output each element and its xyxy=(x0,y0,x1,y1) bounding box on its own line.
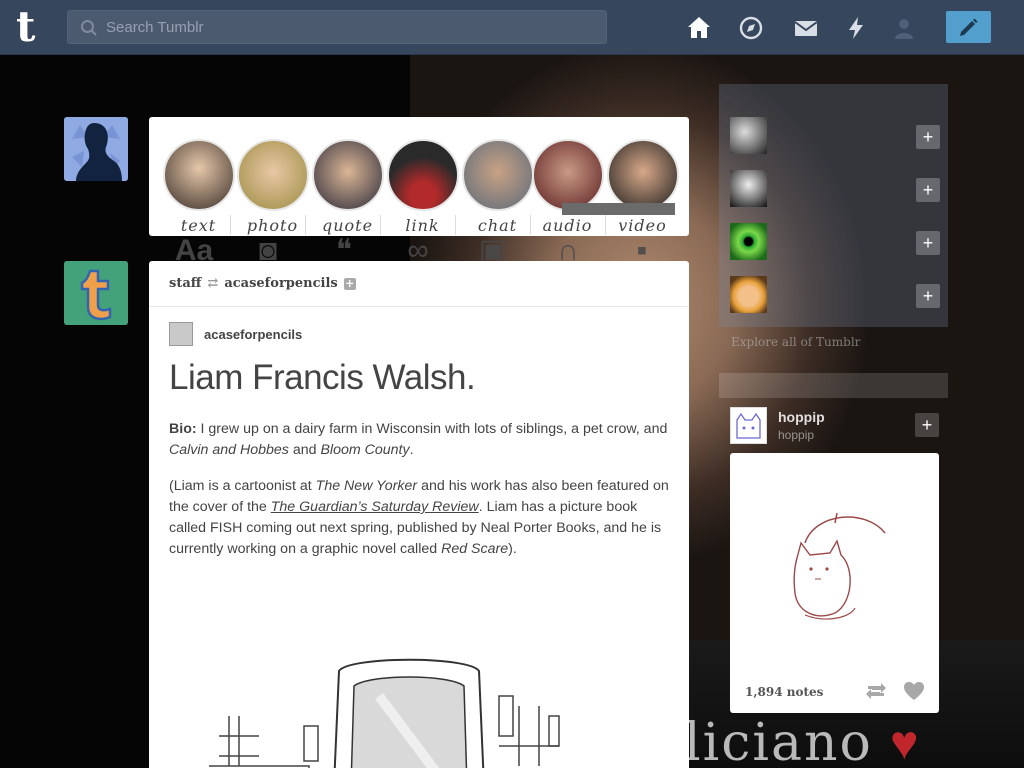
post-type-label: link xyxy=(405,216,440,235)
silhouette-icon xyxy=(64,117,128,181)
top-navbar: t xyxy=(0,0,1024,55)
italic-text: Calvin and Hobbes xyxy=(169,442,289,458)
post-type-photo[interactable]: photo xyxy=(235,139,310,235)
post-type-chat[interactable]: chat xyxy=(460,139,535,235)
staff-avatar[interactable] xyxy=(64,261,128,325)
info-paragraph: (Liam is a cartoonist at The New Yorker … xyxy=(169,476,669,560)
follow-plus-button[interactable]: + xyxy=(916,231,940,255)
post-type-label: text xyxy=(180,216,217,235)
post-user-link[interactable]: staff xyxy=(169,276,201,291)
cat-avatar-icon xyxy=(736,412,761,439)
post-type-link[interactable]: link xyxy=(385,139,460,235)
explore-compass-icon[interactable] xyxy=(738,15,764,41)
background-heart-icon: ♥ xyxy=(890,717,919,768)
post-type-avatar xyxy=(311,139,384,211)
post-body: Bio: I grew up on a dairy farm in Wiscon… xyxy=(169,419,669,575)
post-type-avatar xyxy=(606,139,679,211)
radar-header-bar xyxy=(719,373,948,398)
post-type-video[interactable]: video xyxy=(605,139,680,235)
post-type-avatar xyxy=(386,139,459,211)
post-type-quote[interactable]: quote xyxy=(310,139,385,235)
post-type-text[interactable]: text xyxy=(161,139,236,235)
post-type-avatar xyxy=(162,139,235,211)
search-icon xyxy=(81,20,97,36)
explore-all-link[interactable]: Explore all of Tumblr xyxy=(731,335,860,349)
recommended-blog[interactable]: + xyxy=(730,170,940,210)
author-avatar[interactable] xyxy=(169,322,193,346)
text: . xyxy=(409,442,414,458)
cat-drawing xyxy=(793,512,886,620)
post-type-avatar xyxy=(461,139,534,211)
blog-avatar xyxy=(730,170,767,207)
post-type-avatar xyxy=(531,139,604,211)
dashboard-post: staff ⇄ acaseforpencils + acaseforpencil… xyxy=(149,261,689,768)
divider xyxy=(455,215,456,235)
blog-avatar xyxy=(730,117,767,154)
follow-plus-button[interactable]: + xyxy=(916,284,940,308)
text: (Liam is a cartoonist at xyxy=(169,478,316,494)
follow-plus-button[interactable]: + xyxy=(916,178,940,202)
recommended-blog[interactable]: + xyxy=(730,117,940,157)
radar-blog: hoppip hoppip + xyxy=(730,407,940,447)
activity-lightning-icon[interactable] xyxy=(843,15,869,41)
post-type-label: audio xyxy=(542,216,593,235)
divider xyxy=(230,215,231,235)
overlay-bar xyxy=(562,203,675,215)
follow-plus-icon[interactable]: + xyxy=(343,277,356,290)
blog-avatar xyxy=(730,276,767,313)
text: and xyxy=(288,442,321,458)
text: ). xyxy=(508,541,517,557)
bio-paragraph: Bio: I grew up on a dairy farm in Wiscon… xyxy=(169,419,669,461)
notes-count[interactable]: 1,894 notes xyxy=(745,685,823,699)
bio-label: Bio: xyxy=(169,421,197,437)
search-box[interactable] xyxy=(67,10,607,44)
post-author-row: acaseforpencils xyxy=(169,322,302,346)
reblog-icon[interactable] xyxy=(864,679,888,703)
recommended-blog[interactable]: + xyxy=(730,276,940,316)
compose-button[interactable] xyxy=(946,11,991,43)
post-type-label: video xyxy=(618,216,667,235)
follow-plus-button[interactable]: + xyxy=(915,413,939,437)
radar-post[interactable]: 1,894 notes xyxy=(730,453,939,713)
radar-blog-subtitle: hoppip xyxy=(778,428,815,442)
tumblr-logo[interactable]: t xyxy=(16,6,50,48)
post-type-label: photo xyxy=(246,216,299,235)
account-person-icon[interactable] xyxy=(891,15,917,41)
inbox-envelope-icon[interactable] xyxy=(793,15,819,41)
post-type-label: chat xyxy=(477,216,518,235)
blog-avatar xyxy=(730,223,767,260)
pencil-icon xyxy=(960,18,978,36)
italic-text: Bloom County xyxy=(320,442,410,458)
user-avatar[interactable] xyxy=(64,117,128,181)
post-source-link[interactable]: acaseforpencils xyxy=(224,276,337,291)
recommended-blog[interactable]: + xyxy=(730,223,940,263)
author-name[interactable]: acaseforpencils xyxy=(204,327,302,342)
post-type-selector: text photo quote link chat audio video xyxy=(149,117,689,236)
italic-text: Red Scare xyxy=(441,541,509,557)
tumblr-t-icon xyxy=(64,261,128,325)
home-icon[interactable] xyxy=(686,15,712,41)
radar-blog-avatar[interactable] xyxy=(730,407,767,444)
reblog-icon: ⇄ xyxy=(207,276,219,291)
radar-blog-name[interactable]: hoppip xyxy=(778,409,825,425)
search-input[interactable] xyxy=(106,15,586,39)
follow-plus-button[interactable]: + xyxy=(916,125,940,149)
post-type-audio[interactable]: audio xyxy=(530,139,605,235)
cartoon-illustration xyxy=(199,656,619,768)
like-heart-icon[interactable] xyxy=(902,679,926,703)
guardian-link[interactable]: The Guardian’s Saturday Review xyxy=(271,499,479,515)
post-type-label: quote xyxy=(321,216,374,235)
italic-text: The New Yorker xyxy=(315,478,418,494)
recommended-blogs-panel: + + + + xyxy=(719,84,948,327)
divider xyxy=(380,215,381,235)
post-title: Liam Francis Walsh. xyxy=(169,358,476,397)
divider xyxy=(305,215,306,235)
post-header: staff ⇄ acaseforpencils + xyxy=(149,261,689,307)
post-type-avatar xyxy=(236,139,309,211)
text: I grew up on a dairy farm in Wisconsin w… xyxy=(196,421,668,437)
